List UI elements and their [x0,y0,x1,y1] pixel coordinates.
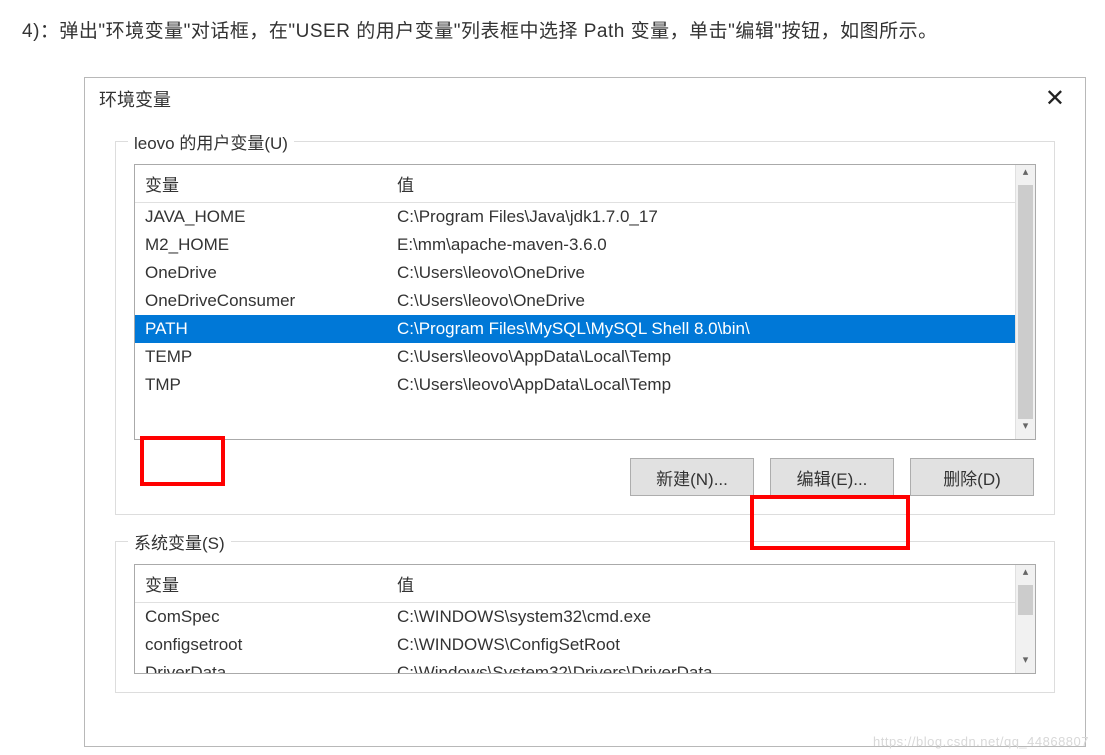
var-cell: TEMP [135,343,387,371]
var-cell: PATH [135,315,387,343]
table-row-selected[interactable]: PATHC:\Program Files\MySQL\MySQL Shell 8… [135,315,1035,343]
val-cell: C:\Windows\System32\Drivers\DriverData [387,659,1035,674]
val-cell: C:\WINDOWS\ConfigSetRoot [387,631,1035,659]
val-cell: C:\Users\leovo\OneDrive [387,287,1035,315]
var-cell: JAVA_HOME [135,203,387,232]
env-vars-dialog: 环境变量 ✕ leovo 的用户变量(U) 变量 值 JAVA_HOMEC:\P… [84,77,1086,747]
watermark: https://blog.csdn.net/qq_44868807 [873,734,1089,749]
val-cell: C:\WINDOWS\system32\cmd.exe [387,603,1035,632]
val-cell: C:\Users\leovo\AppData\Local\Temp [387,371,1035,399]
table-row[interactable]: configsetrootC:\WINDOWS\ConfigSetRoot [135,631,1035,659]
scroll-down-icon[interactable]: ▾ [1016,419,1035,439]
table-row[interactable]: TMPC:\Users\leovo\AppData\Local\Temp [135,371,1035,399]
var-cell: ComSpec [135,603,387,632]
var-cell: M2_HOME [135,231,387,259]
instruction-text: 4)：弹出"环境变量"对话框，在"USER 的用户变量"列表框中选择 Path … [0,0,1105,47]
new-button[interactable]: 新建(N)... [630,458,754,496]
val-cell: C:\Program Files\Java\jdk1.7.0_17 [387,203,1035,232]
var-cell: TMP [135,371,387,399]
col-value-header[interactable]: 值 [387,165,1035,203]
val-cell: C:\Users\leovo\OneDrive [387,259,1035,287]
scroll-down-icon[interactable]: ▾ [1016,653,1035,673]
user-vars-group: leovo 的用户变量(U) 变量 值 JAVA_HOMEC:\Program … [115,141,1055,515]
dialog-body: leovo 的用户变量(U) 变量 值 JAVA_HOMEC:\Program … [85,119,1085,693]
var-cell: OneDrive [135,259,387,287]
var-cell: configsetroot [135,631,387,659]
title-bar: 环境变量 ✕ [85,78,1085,119]
scrollbar[interactable]: ▴ ▾ [1015,565,1035,673]
delete-button[interactable]: 删除(D) [910,458,1034,496]
table-row[interactable]: OneDriveC:\Users\leovo\OneDrive [135,259,1035,287]
col-variable-header[interactable]: 变量 [135,165,387,203]
table-row[interactable]: DriverDataC:\Windows\System32\Drivers\Dr… [135,659,1035,674]
close-icon[interactable]: ✕ [1039,87,1071,111]
scroll-thumb[interactable] [1018,585,1033,615]
scroll-thumb[interactable] [1018,185,1033,419]
col-value-header[interactable]: 值 [387,565,1035,603]
user-vars-table[interactable]: 变量 值 JAVA_HOMEC:\Program Files\Java\jdk1… [134,164,1036,440]
scroll-up-icon[interactable]: ▴ [1016,565,1035,585]
var-cell: DriverData [135,659,387,674]
user-vars-group-label: leovo 的用户变量(U) [128,129,294,154]
val-cell: C:\Users\leovo\AppData\Local\Temp [387,343,1035,371]
user-vars-buttons: 新建(N)... 编辑(E)... 删除(D) [134,458,1036,496]
val-cell: C:\Program Files\MySQL\MySQL Shell 8.0\b… [387,315,1035,343]
table-row[interactable]: OneDriveConsumerC:\Users\leovo\OneDrive [135,287,1035,315]
scroll-up-icon[interactable]: ▴ [1016,165,1035,185]
table-row[interactable]: TEMPC:\Users\leovo\AppData\Local\Temp [135,343,1035,371]
var-cell: OneDriveConsumer [135,287,387,315]
edit-button[interactable]: 编辑(E)... [770,458,894,496]
dialog-title: 环境变量 [99,86,171,112]
sys-vars-group-label: 系统变量(S) [128,529,231,554]
table-row[interactable]: JAVA_HOMEC:\Program Files\Java\jdk1.7.0_… [135,203,1035,232]
table-row[interactable]: M2_HOMEE:\mm\apache-maven-3.6.0 [135,231,1035,259]
table-row[interactable]: ComSpecC:\WINDOWS\system32\cmd.exe [135,603,1035,632]
col-variable-header[interactable]: 变量 [135,565,387,603]
sys-vars-table[interactable]: 变量 值 ComSpecC:\WINDOWS\system32\cmd.exe … [134,564,1036,674]
val-cell: E:\mm\apache-maven-3.6.0 [387,231,1035,259]
scrollbar[interactable]: ▴ ▾ [1015,165,1035,439]
sys-vars-group: 系统变量(S) 变量 值 ComSpecC:\WINDOWS\system32\… [115,541,1055,693]
